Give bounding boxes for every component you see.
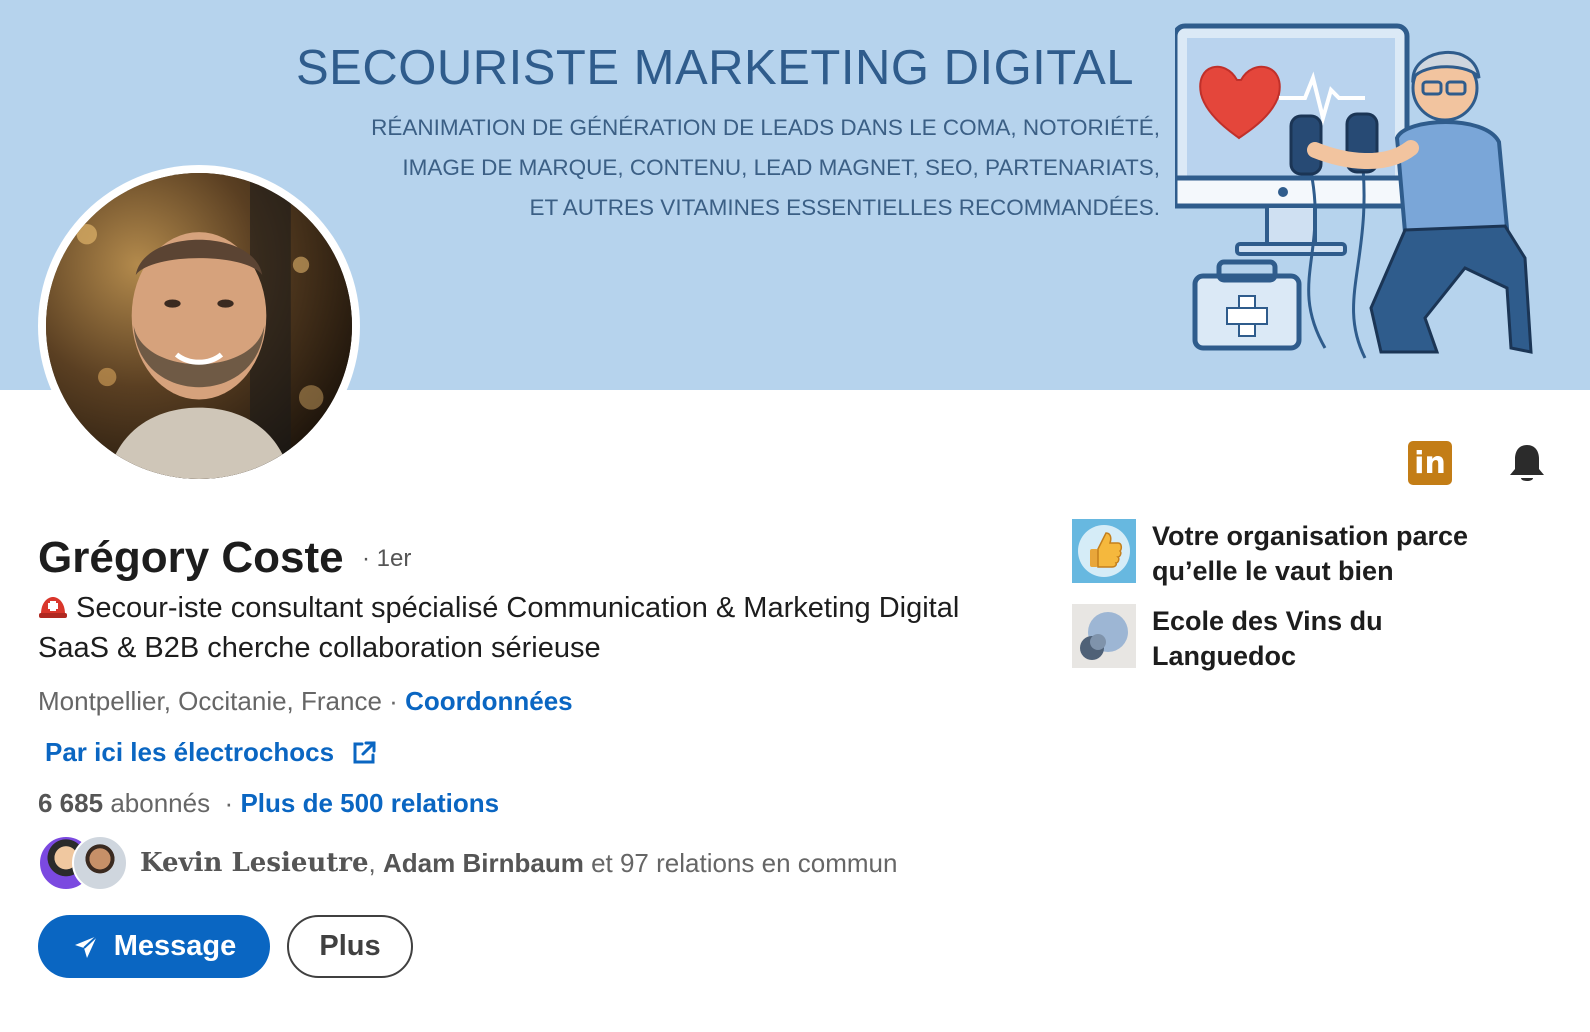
send-icon bbox=[74, 934, 98, 958]
school-logo-icon bbox=[1072, 604, 1136, 668]
followers-count: 6 685 bbox=[38, 788, 104, 818]
banner-title: SECOURISTE MARKETING DIGITAL bbox=[296, 41, 1135, 95]
separator: · bbox=[389, 686, 398, 716]
separator: · bbox=[224, 788, 234, 818]
message-button[interactable]: Message bbox=[38, 915, 270, 978]
external-link-icon[interactable] bbox=[350, 739, 378, 767]
profile-photo-image bbox=[46, 173, 352, 479]
bell-icon[interactable] bbox=[1505, 441, 1549, 485]
message-button-label: Message bbox=[113, 930, 237, 962]
connections-link[interactable]: Plus de 500 relations bbox=[240, 788, 499, 818]
mutual-avatars bbox=[38, 835, 128, 891]
mutual-rest: et 97 relations en commun bbox=[591, 847, 898, 878]
headline-text: Secour-iste consultant spécialisé Commun… bbox=[38, 592, 960, 664]
organization-name: Ecole des Vins du Languedoc bbox=[1152, 606, 1383, 671]
linkedin-icon-label: in bbox=[1414, 445, 1446, 481]
mutual-name-1: Kevin Lesieutre bbox=[140, 848, 369, 878]
organization-item[interactable]: Ecole des Vins du Languedoc bbox=[1072, 604, 1512, 674]
contact-info-link[interactable]: Coordonnées bbox=[405, 686, 573, 716]
profile-name: Grégory Coste bbox=[38, 533, 344, 582]
website-link[interactable]: Par ici les électrochocs bbox=[45, 737, 334, 768]
location-row: Montpellier, Occitanie, France · Coordon… bbox=[38, 686, 573, 717]
banner-line: ET AUTRES VITAMINES ESSENTIELLES RECOMMA… bbox=[529, 195, 1160, 220]
thumbs-up-logo-icon bbox=[1072, 519, 1136, 583]
banner-subtitle: RÉANIMATION DE GÉNÉRATION DE LEADS DANS … bbox=[371, 108, 1160, 228]
more-button-label: Plus bbox=[319, 930, 381, 962]
organization-item[interactable]: Votre organisation parce qu’elle le vaut… bbox=[1072, 519, 1512, 589]
location-text: Montpellier, Occitanie, France bbox=[38, 686, 382, 716]
organization-name: Votre organisation parce qu’elle le vaut… bbox=[1152, 521, 1469, 586]
followers-row: 6 685 abonnés · Plus de 500 relations bbox=[38, 788, 499, 819]
banner-line: RÉANIMATION DE GÉNÉRATION DE LEADS DANS … bbox=[371, 115, 1160, 140]
more-button[interactable]: Plus bbox=[287, 915, 413, 978]
website-row[interactable]: Par ici les électrochocs bbox=[45, 737, 378, 768]
followers-label: abonnés bbox=[110, 788, 211, 818]
mutual-comma: , bbox=[368, 847, 376, 878]
mutual-name-2: Adam Birnbaum bbox=[383, 847, 584, 878]
profile-photo[interactable] bbox=[38, 165, 360, 487]
profile-headline: Secour-iste consultant spécialisé Commun… bbox=[38, 588, 998, 668]
linkedin-icon[interactable]: in bbox=[1408, 441, 1452, 485]
banner-line: IMAGE DE MARQUE, CONTENU, LEAD MAGNET, S… bbox=[402, 155, 1160, 180]
mutual-connections[interactable]: Kevin Lesieutre, Adam Birnbaum et 97 rel… bbox=[38, 835, 897, 891]
banner-illustration bbox=[1175, 23, 1533, 359]
avatar bbox=[72, 835, 128, 891]
connection-degree: · 1er bbox=[362, 545, 412, 572]
rescue-helmet-icon bbox=[39, 597, 67, 618]
